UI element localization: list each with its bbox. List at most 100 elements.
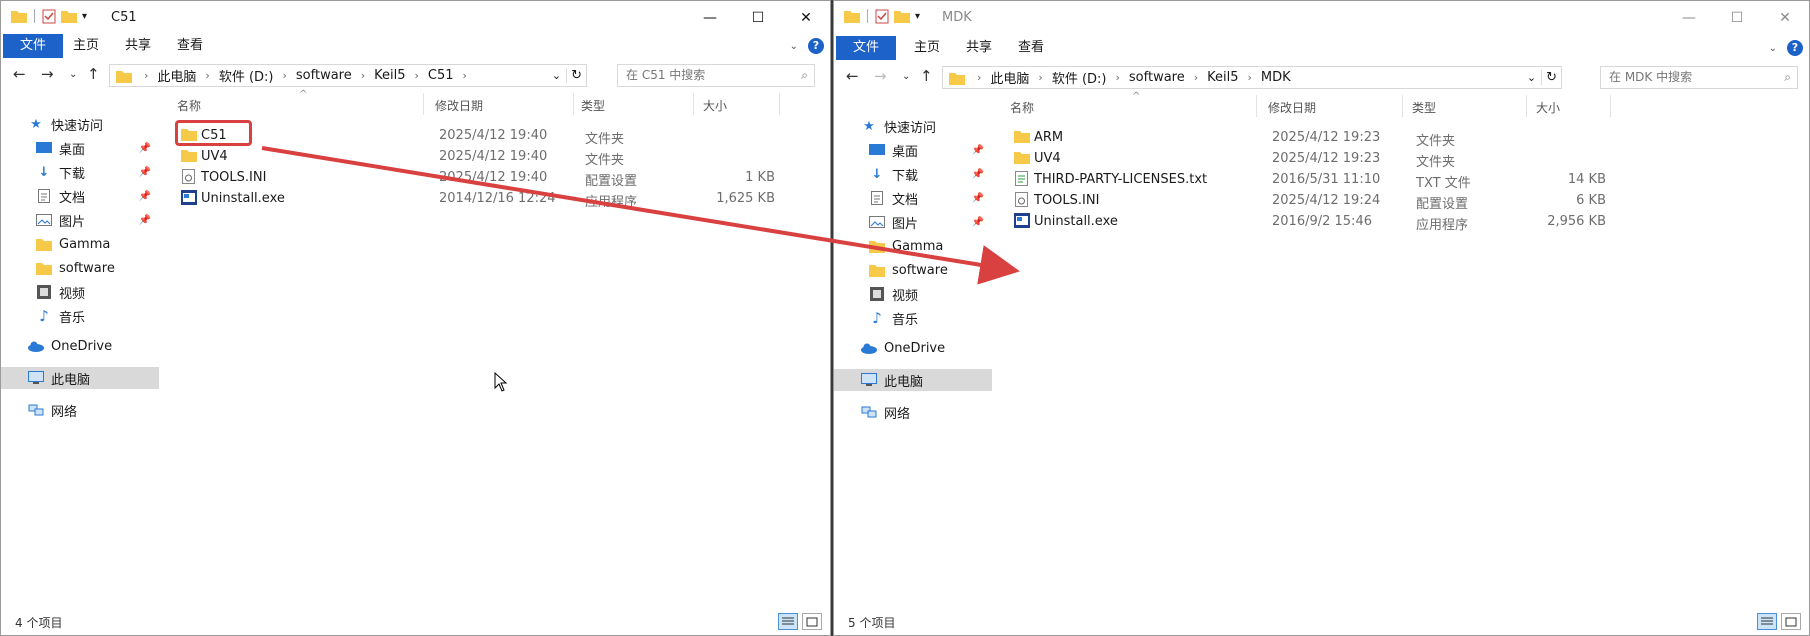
- table-row[interactable]: UV4 2025/4/12 19:40 文件夹: [173, 146, 830, 168]
- maximize-button[interactable]: ☐: [1713, 1, 1761, 34]
- tab-view[interactable]: 查看: [163, 34, 217, 58]
- large-icons-view-button[interactable]: [1781, 613, 1801, 630]
- folder-icon: [844, 11, 860, 23]
- recent-locations-icon[interactable]: ⌄: [69, 69, 77, 80]
- column-header-name[interactable]: 名称: [1010, 99, 1034, 116]
- close-button[interactable]: ✕: [1761, 1, 1809, 34]
- breadcrumb-keil5[interactable]: Keil5: [371, 68, 408, 83]
- sidebar-network[interactable]: 网络: [27, 399, 159, 421]
- title-bar[interactable]: ▾ MDK — ☐ ✕: [834, 1, 1809, 34]
- recent-locations-icon[interactable]: ⌄: [902, 71, 910, 82]
- tab-home[interactable]: 主页: [59, 34, 113, 58]
- breadcrumb-this-pc[interactable]: 此电脑: [987, 68, 1032, 87]
- maximize-button[interactable]: ☐: [734, 1, 782, 34]
- column-header-name[interactable]: 名称: [177, 97, 201, 114]
- details-view-button[interactable]: [1757, 613, 1777, 630]
- sidebar-item-music[interactable]: ♪ 音乐: [868, 307, 992, 329]
- sidebar-item-gamma[interactable]: Gamma: [868, 235, 992, 257]
- details-view-button[interactable]: [778, 613, 798, 630]
- column-header-type[interactable]: 类型: [1412, 99, 1436, 116]
- address-dropdown-icon[interactable]: ⌄: [1522, 71, 1541, 84]
- up-button[interactable]: ↑: [87, 65, 100, 83]
- customize-toolbar-icon[interactable]: ▾: [915, 11, 920, 22]
- sidebar-item-downloads[interactable]: ↓ 下载 📌: [35, 161, 159, 183]
- up-button[interactable]: ↑: [920, 67, 933, 85]
- refresh-icon[interactable]: ↻: [566, 68, 586, 83]
- refresh-icon[interactable]: ↻: [1541, 70, 1561, 85]
- sidebar-item-music[interactable]: ♪ 音乐: [35, 305, 159, 327]
- expand-ribbon-icon[interactable]: ⌄: [790, 41, 798, 52]
- table-row[interactable]: Uninstall.exe 2016/9/2 15:46 应用程序 2,956 …: [1006, 211, 1809, 233]
- sidebar-item-videos[interactable]: 视频: [868, 283, 992, 305]
- back-button[interactable]: ←: [13, 65, 26, 83]
- address-bar[interactable]: › 此电脑 › 软件 (D:) › software › Keil5 › MDK…: [942, 66, 1562, 89]
- column-header-date[interactable]: 修改日期: [1268, 99, 1316, 116]
- sidebar-item-desktop[interactable]: 桌面 📌: [35, 137, 159, 159]
- tab-home[interactable]: 主页: [900, 36, 954, 60]
- breadcrumb-software[interactable]: software: [1126, 70, 1188, 85]
- sidebar-quick-access[interactable]: ★ 快速访问: [27, 113, 185, 135]
- forward-button[interactable]: →: [874, 67, 887, 85]
- table-row[interactable]: TOOLS.INI 2025/4/12 19:40 配置设置 1 KB: [173, 167, 830, 189]
- sidebar-item-documents[interactable]: 文档 📌: [35, 185, 159, 207]
- large-icons-view-button[interactable]: [802, 613, 822, 630]
- sidebar-item-pictures[interactable]: 图片 📌: [868, 211, 992, 233]
- tab-view[interactable]: 查看: [1004, 36, 1058, 60]
- sidebar-quick-access[interactable]: ★ 快速访问: [860, 115, 1018, 137]
- sidebar-this-pc[interactable]: 此电脑: [1, 367, 159, 389]
- tab-share[interactable]: 共享: [111, 34, 165, 58]
- sidebar-item-software[interactable]: software: [35, 257, 159, 279]
- status-bar: 4 个项目: [1, 609, 830, 635]
- table-row[interactable]: THIRD-PARTY-LICENSES.txt 2016/5/31 11:10…: [1006, 169, 1809, 191]
- tab-file[interactable]: 文件: [3, 34, 63, 58]
- breadcrumb-drive[interactable]: 软件 (D:): [216, 66, 277, 85]
- forward-button[interactable]: →: [41, 65, 54, 83]
- address-dropdown-icon[interactable]: ⌄: [547, 69, 566, 82]
- column-header-size[interactable]: 大小: [1536, 99, 1560, 116]
- table-row[interactable]: C51 2025/4/12 19:40 文件夹: [173, 125, 830, 147]
- minimize-button[interactable]: —: [1665, 1, 1713, 34]
- sidebar-item-documents[interactable]: 文档 📌: [868, 187, 992, 209]
- minimize-button[interactable]: —: [686, 1, 734, 34]
- back-button[interactable]: ←: [846, 67, 859, 85]
- tab-share[interactable]: 共享: [952, 36, 1006, 60]
- customize-toolbar-icon[interactable]: ▾: [82, 11, 87, 22]
- expand-ribbon-icon[interactable]: ⌄: [1769, 43, 1777, 54]
- column-header-date[interactable]: 修改日期: [435, 97, 483, 114]
- sidebar-onedrive[interactable]: OneDrive: [860, 337, 992, 359]
- title-bar[interactable]: ▾ C51 — ☐ ✕: [1, 1, 830, 34]
- help-icon[interactable]: ?: [808, 38, 824, 54]
- column-header-size[interactable]: 大小: [703, 97, 727, 114]
- breadcrumb-this-pc[interactable]: 此电脑: [154, 66, 199, 85]
- address-bar[interactable]: › 此电脑 › 软件 (D:) › software › Keil5 › C51…: [109, 64, 587, 87]
- table-row[interactable]: ARM 2025/4/12 19:23 文件夹: [1006, 127, 1809, 149]
- table-row[interactable]: TOOLS.INI 2025/4/12 19:24 配置设置 6 KB: [1006, 190, 1809, 212]
- breadcrumb-keil5[interactable]: Keil5: [1204, 70, 1241, 85]
- column-header-type[interactable]: 类型: [581, 97, 605, 114]
- table-row[interactable]: UV4 2025/4/12 19:23 文件夹: [1006, 148, 1809, 170]
- sidebar-item-software[interactable]: software: [868, 259, 992, 281]
- help-icon[interactable]: ?: [1787, 40, 1803, 56]
- sidebar-item-downloads[interactable]: ↓ 下载 📌: [868, 163, 992, 185]
- new-folder-icon[interactable]: [894, 9, 910, 23]
- sidebar-network[interactable]: 网络: [860, 401, 992, 423]
- sidebar-item-videos[interactable]: 视频: [35, 281, 159, 303]
- properties-icon[interactable]: [42, 8, 56, 24]
- sidebar-item-pictures[interactable]: 图片 📌: [35, 209, 159, 231]
- sidebar-onedrive[interactable]: OneDrive: [27, 335, 159, 357]
- sidebar-item-desktop[interactable]: 桌面 📌: [868, 139, 992, 161]
- table-row[interactable]: Uninstall.exe 2014/12/16 12:24 应用程序 1,62…: [173, 188, 830, 210]
- breadcrumb-drive[interactable]: 软件 (D:): [1049, 68, 1110, 87]
- sidebar-this-pc[interactable]: 此电脑: [834, 369, 992, 391]
- breadcrumb-software[interactable]: software: [293, 68, 355, 83]
- search-input[interactable]: 在 MDK 中搜索 ⌕: [1600, 66, 1798, 89]
- close-button[interactable]: ✕: [782, 1, 830, 34]
- mouse-cursor-icon: [494, 372, 508, 392]
- tab-file[interactable]: 文件: [836, 36, 896, 60]
- search-input[interactable]: 在 C51 中搜索 ⌕: [617, 64, 815, 87]
- new-folder-icon[interactable]: [61, 9, 77, 23]
- breadcrumb-c51[interactable]: C51: [425, 68, 457, 83]
- breadcrumb-mdk[interactable]: MDK: [1258, 70, 1294, 85]
- properties-icon[interactable]: [875, 8, 889, 24]
- sidebar-item-gamma[interactable]: Gamma: [35, 233, 159, 255]
